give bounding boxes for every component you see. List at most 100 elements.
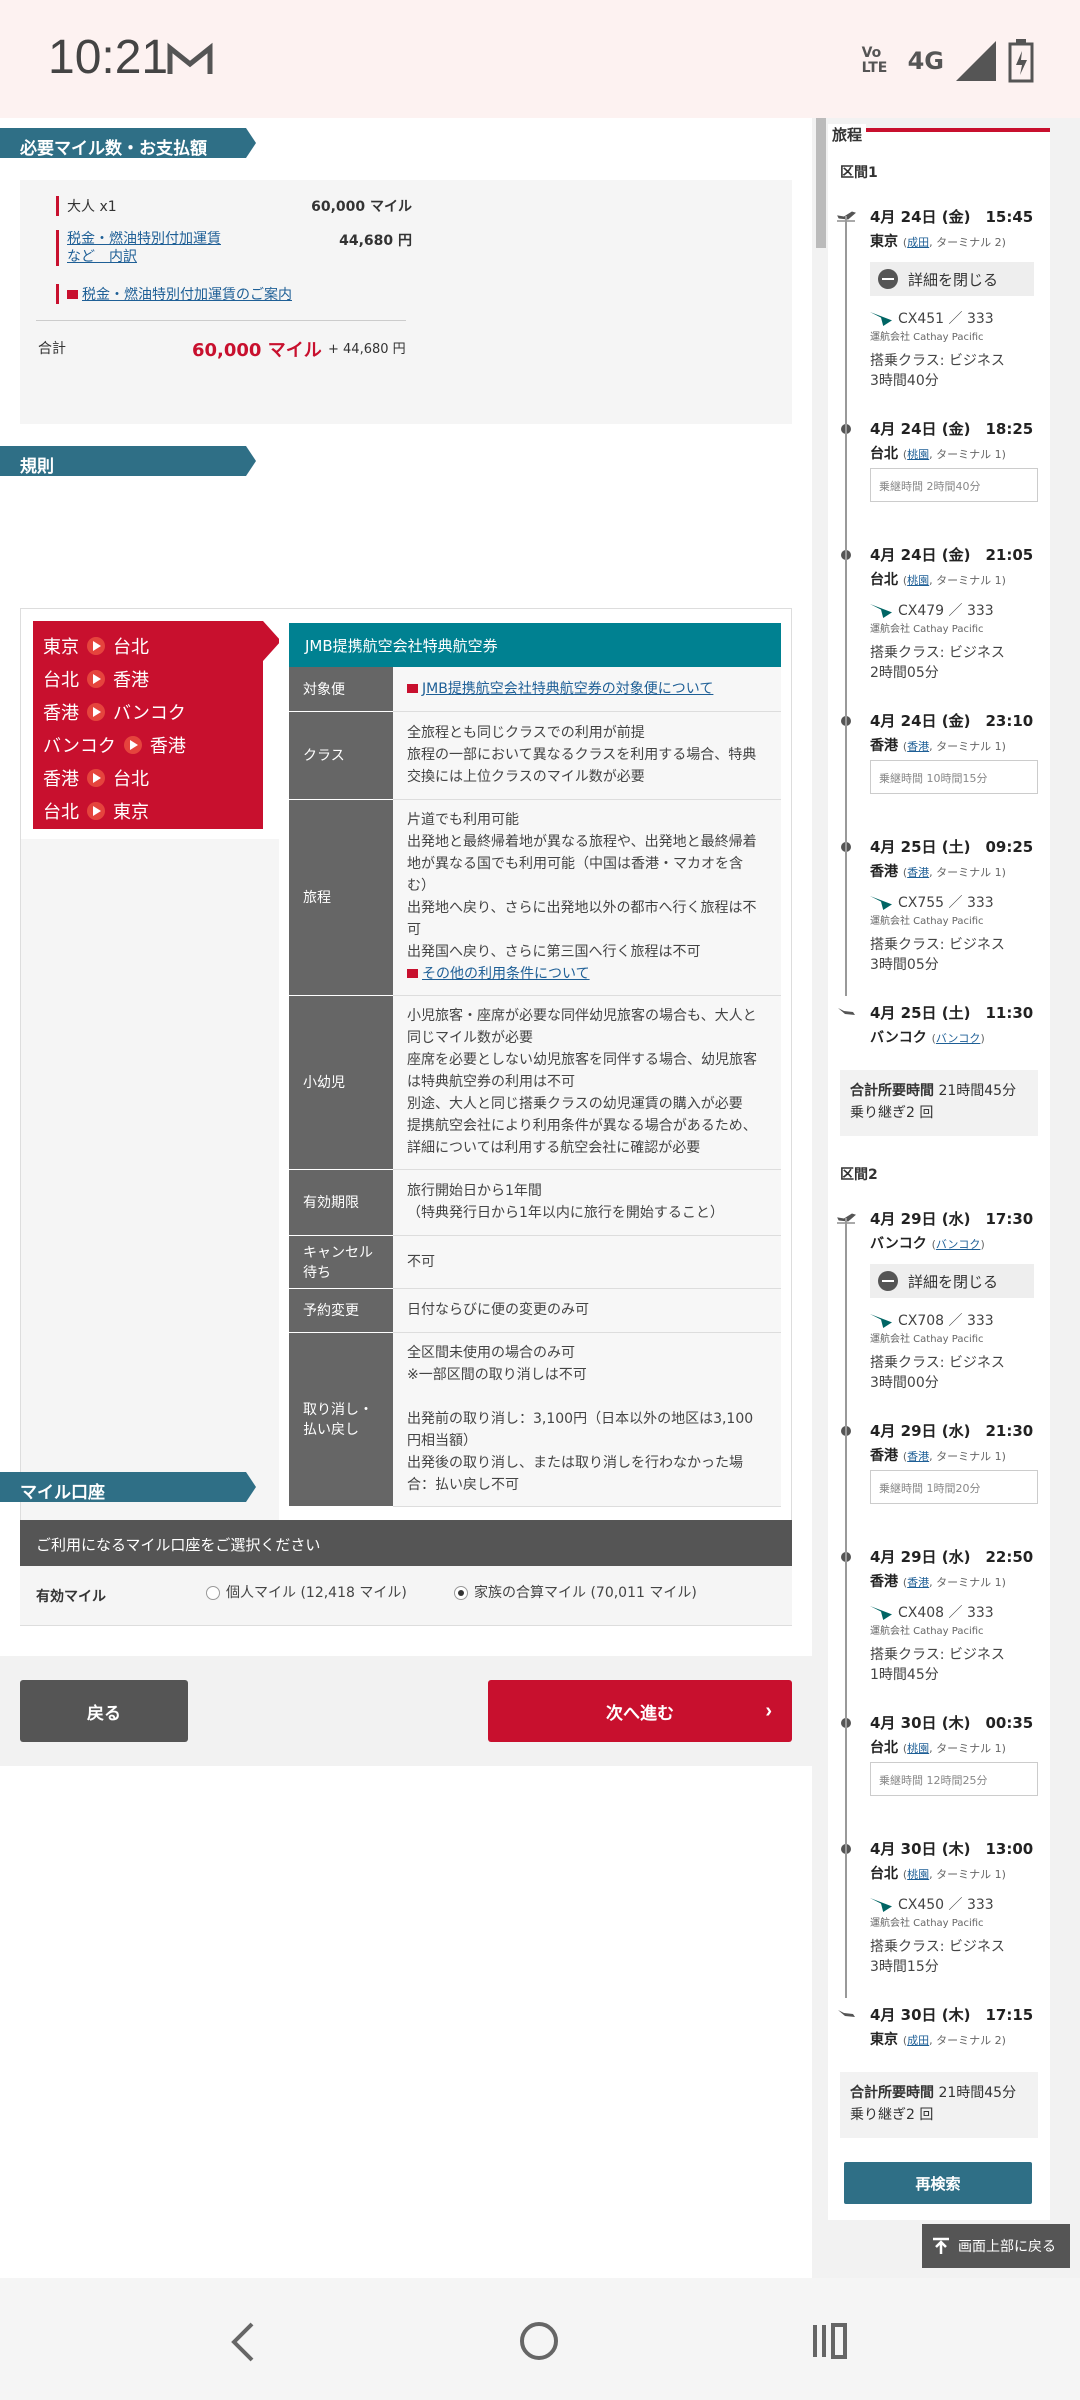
itinerary-panel: 旅程 区間1 4月 24日 (金) 15:45 東京 (成田, ターミナル 2) 詳細… (828, 124, 1050, 2220)
rule-key: クラス (289, 711, 393, 800)
rule-key: 取り消し・払い戻し (289, 1332, 393, 1507)
segment-label: 区間1 (840, 165, 878, 181)
personal-miles-radio[interactable]: 個人マイル (12,418 マイル) (206, 1582, 407, 1602)
rule-row: 有効期限 旅行開始日から1年間 （特典発行日から1年以内に旅行を開始すること） (289, 1169, 781, 1236)
external-link-icon (67, 290, 78, 299)
airport-link[interactable]: バンコク (936, 1032, 981, 1045)
cathay-logo-icon (870, 312, 892, 326)
rule-key: キャンセル待ち (289, 1235, 393, 1289)
tax-breakdown-link[interactable]: 税金・燃油特別付加運賃 など 内訳 (67, 230, 221, 266)
rule-key: 対象便 (289, 667, 393, 712)
itinerary-stop: 4月 29日 (水) 17:30 バンコク (バンコク) (870, 1210, 1034, 1252)
rule-row: 予約変更 日付ならびに便の変更のみ可 (289, 1288, 781, 1333)
radio-icon (206, 1586, 220, 1600)
route-leg: 香港 バンコク (43, 702, 186, 724)
rules-title: JMB提携航空会社特典航空券 (289, 623, 781, 667)
arrow-right-icon (87, 702, 105, 721)
itinerary-stop: 4月 30日 (木) 00:35 台北 (桃園, ターミナル 1) (870, 1714, 1034, 1756)
total-duration: 合計所要時間 21時間45分 乗り継ぎ2 回 (840, 1070, 1038, 1136)
back-button[interactable]: 戻る (20, 1680, 188, 1742)
eligible-flights-link[interactable]: JMB提携航空会社特典航空券の対象便について (422, 681, 713, 697)
airport-link[interactable]: 桃園 (907, 1742, 929, 1755)
flight-info: CX755 ／ 333 運航会社 Cathay Pacific 搭乗クラス: ビジネ… (870, 895, 1005, 973)
arrow-right-icon (87, 768, 105, 787)
itinerary-stop: 4月 25日 (土) 09:25 香港 (香港, ターミナル 1) (870, 838, 1034, 880)
next-button[interactable]: 次へ進む › (488, 1680, 792, 1742)
scrollbar[interactable] (816, 118, 826, 248)
segment-label: 区間2 (840, 1167, 878, 1183)
itinerary-stop: 4月 24日 (金) 15:45 東京 (成田, ターミナル 2) (870, 208, 1034, 250)
rule-value: 全旅程とも同じクラスでの利用が前提 旅程の一部において異なるクラスを利用する場合… (407, 725, 757, 785)
gmail-icon (167, 42, 213, 74)
route-leg: バンコク 香港 (43, 735, 186, 757)
recents-nav-icon[interactable] (812, 2322, 854, 2360)
rule-row: 小幼児 小児旅客・座席が必要な同伴幼児旅客の場合も、大人と同じマイル数が必要 座席… (289, 995, 781, 1170)
home-nav-icon[interactable] (518, 2320, 560, 2362)
airport-link[interactable]: 桃園 (907, 574, 929, 587)
itinerary-stop: 4月 29日 (水) 21:30 香港 (香港, ターミナル 1) (870, 1422, 1034, 1464)
flight-info: CX479 ／ 333 運航会社 Cathay Pacific 搭乗クラス: ビジネ… (870, 603, 1005, 681)
rule-key: 小幼児 (289, 995, 393, 1170)
rule-row: 旅程 片道でも利用可能 出発地と最終帰着地が異なる旅程や、出発地と最終帰着地が異な… (289, 799, 781, 996)
research-button[interactable]: 再検索 (844, 2162, 1032, 2204)
flight-info: CX408 ／ 333 運航会社 Cathay Pacific 搭乗クラス: ビジネ… (870, 1605, 1005, 1683)
itinerary-stop: 4月 30日 (木) 13:00 台北 (桃園, ターミナル 1) (870, 1840, 1034, 1882)
back-to-top-button[interactable]: 画面上部に戻る (922, 2224, 1070, 2268)
total-duration: 合計所要時間 21時間45分 乗り継ぎ2 回 (840, 2072, 1038, 2138)
rule-key: 旅程 (289, 799, 393, 996)
total-yen: + 44,680 円 (328, 342, 406, 357)
chevron-right-icon: › (765, 1700, 772, 1722)
airport-link[interactable]: 成田 (907, 236, 929, 249)
rule-key: 予約変更 (289, 1288, 393, 1333)
airport-link[interactable]: 香港 (907, 866, 929, 879)
back-nav-icon[interactable] (228, 2322, 258, 2362)
fare-summary: 大人 x1 60,000 マイル 税金・燃油特別付加運賃 など 内訳 44,680… (20, 180, 792, 424)
route-leg: 香港 台北 (43, 768, 149, 790)
tax-amount: 44,680 円 (339, 233, 412, 249)
airport-link[interactable]: 成田 (907, 2034, 929, 2047)
radio-selected-icon (454, 1586, 468, 1600)
rule-value: 片道でも利用可能 出発地と最終帰着地が異なる旅程や、出発地と最終帰着地が異なる国… (407, 812, 757, 960)
airport-link[interactable]: 桃園 (907, 1868, 929, 1881)
cathay-logo-icon (870, 1314, 892, 1328)
rule-row: 取り消し・払い戻し 全区間未使用の場合のみ可 ※一部区間の取り消しは不可 出発前の… (289, 1332, 781, 1507)
external-link-icon (407, 683, 418, 693)
arrow-right-icon (87, 801, 105, 820)
network-type: 4G (907, 47, 944, 75)
airport-link[interactable]: 香港 (907, 740, 929, 753)
airport-link[interactable]: 香港 (907, 1576, 929, 1589)
itinerary-stop: 4月 24日 (金) 23:10 香港 (香港, ターミナル 1) (870, 712, 1034, 754)
arrow-right-icon (123, 735, 142, 754)
route-leg: 台北 東京 (43, 801, 149, 823)
close-details-button[interactable]: 詳細を閉じる (870, 262, 1034, 296)
rules-panel: JMB提携航空会社特典航空券 対象便 JMB提携航空会社特典航空券の対象便について… (279, 609, 791, 1555)
status-bar: 10:21 Vo LTE 4G (0, 0, 1080, 118)
airport-link[interactable]: 香港 (907, 1450, 929, 1463)
external-link-icon (407, 969, 418, 978)
arrow-right-icon (87, 669, 105, 688)
airport-link[interactable]: バンコク (936, 1238, 981, 1251)
rules-table: 対象便 JMB提携航空会社特典航空券の対象便についてクラス 全旅程とも同じクラスでの… (289, 667, 781, 1507)
itinerary-stop: 4月 30日 (木) 17:15 東京 (成田, ターミナル 2) (870, 2006, 1034, 2048)
airport-link[interactable]: 桃園 (907, 448, 929, 461)
family-miles-radio[interactable]: 家族の合算マイル (70,011 マイル) (454, 1582, 697, 1602)
close-details-button[interactable]: 詳細を閉じる (870, 1264, 1034, 1298)
main-content: 必要マイル数・お支払額 大人 x1 60,000 マイル 税金・燃油特別付加運賃… (0, 118, 812, 1764)
signal-icon (956, 41, 996, 81)
cathay-logo-icon (870, 604, 892, 618)
route-leg: 台北 香港 (43, 669, 149, 691)
account-options: 有効マイル 個人マイル (12,418 マイル) 家族の合算マイル (70,01… (20, 1566, 792, 1626)
connection-time: 乗継時間 2時間40分 (870, 468, 1038, 502)
cathay-logo-icon (870, 1898, 892, 1912)
timeline-line (845, 216, 847, 996)
tax-info-link[interactable]: 税金・燃油特別付加運賃のご案内 (82, 287, 292, 303)
other-conditions-link[interactable]: その他の利用条件について (422, 966, 590, 982)
itinerary-stop: 4月 25日 (土) 11:30 バンコク (バンコク) (870, 1004, 1034, 1046)
rule-row: キャンセル待ち 不可 (289, 1235, 781, 1289)
rule-value: 日付ならびに便の変更のみ可 (407, 1302, 589, 1318)
system-nav-bar (0, 2278, 1080, 2400)
landing-icon (837, 1008, 855, 1017)
itinerary-stop: 4月 24日 (金) 21:05 台北 (桃園, ターミナル 1) (870, 546, 1034, 588)
route-leg: 東京 台北 (43, 636, 149, 658)
connection-time: 乗継時間 12時間25分 (870, 1762, 1038, 1796)
